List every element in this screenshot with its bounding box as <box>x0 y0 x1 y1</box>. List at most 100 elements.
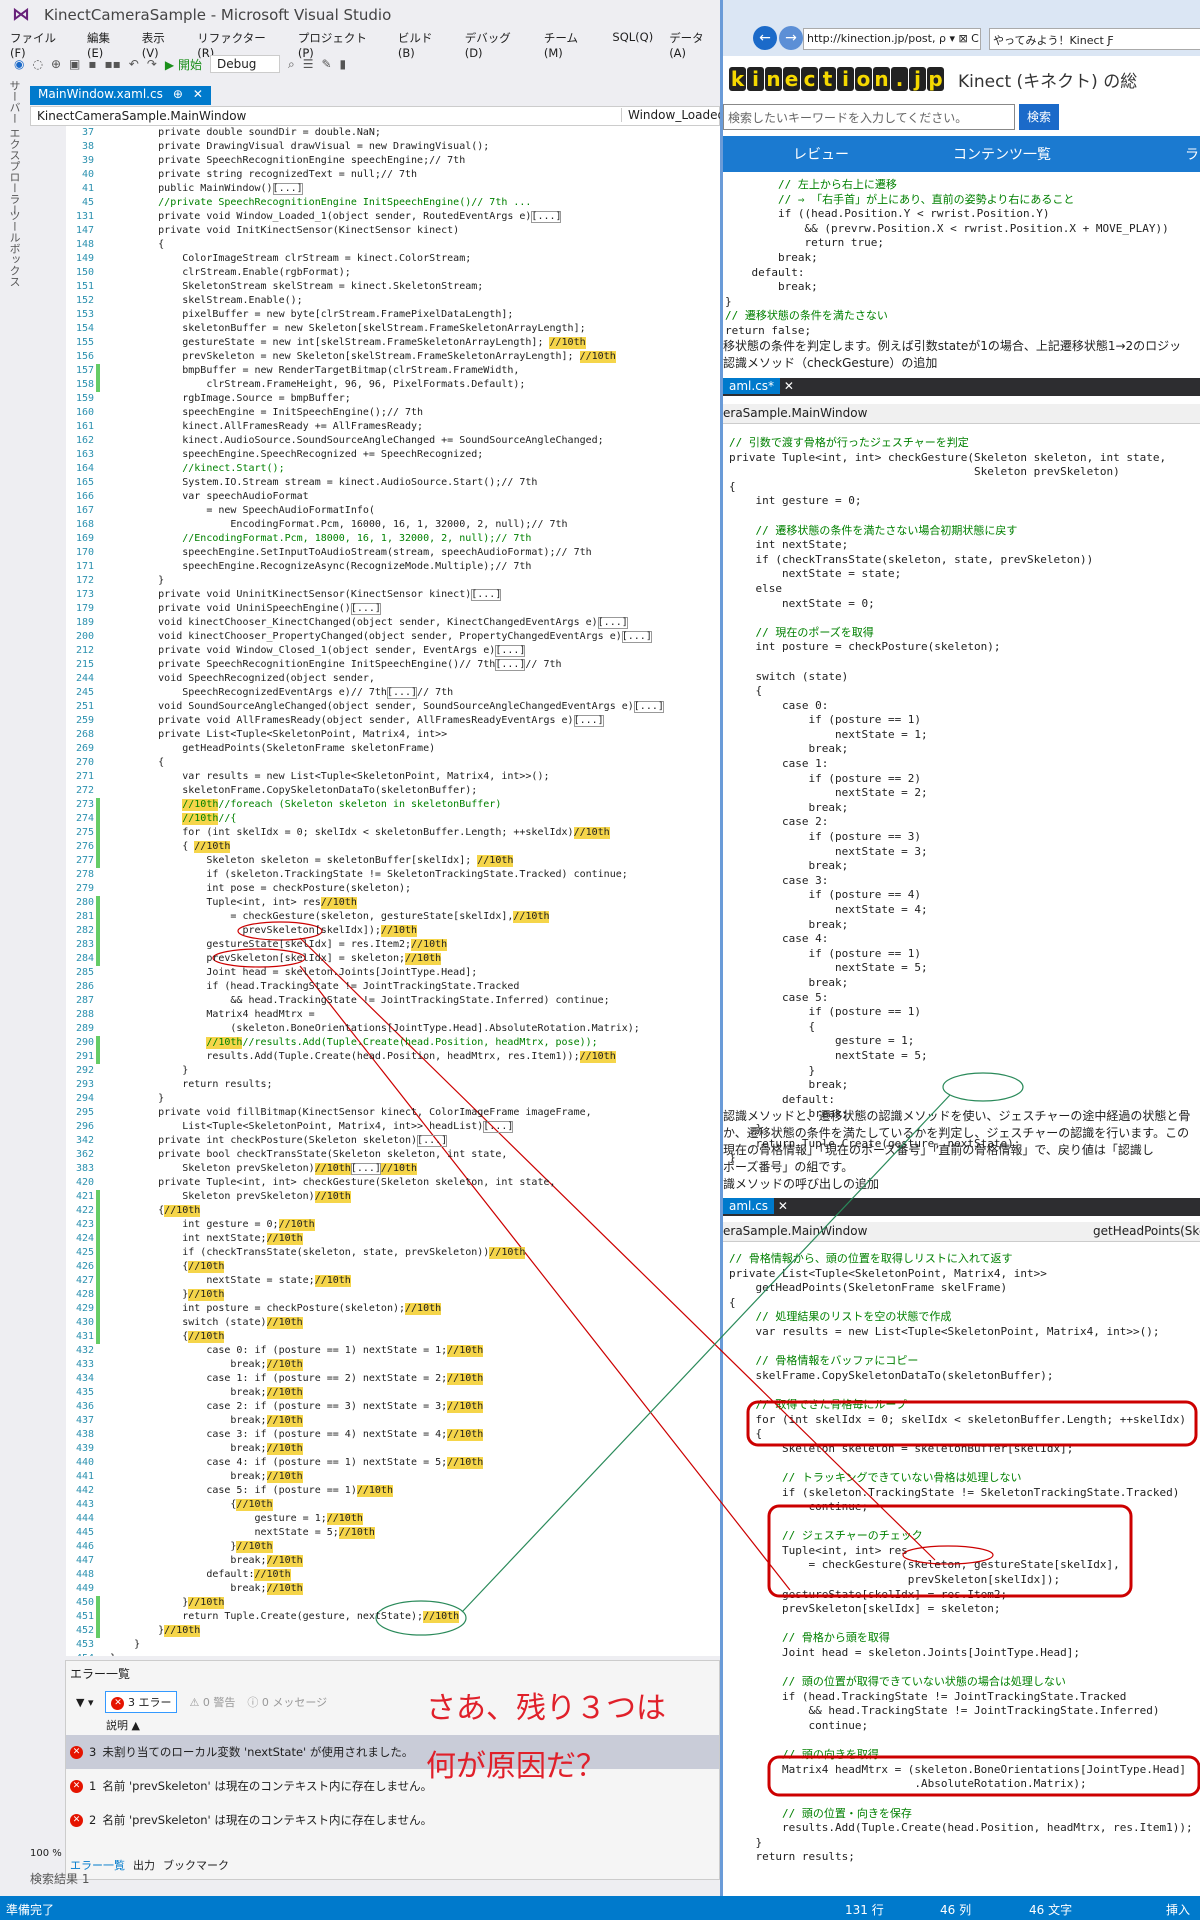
search-input[interactable]: 検索したいキーワードを入力してください。 <box>723 104 1015 130</box>
code-line[interactable]: 289 (skeleton.BoneOrientations[JointType… <box>30 1022 720 1036</box>
code-line[interactable]: 282 prevSkeleton[skelIdx]);//10th <box>30 924 720 938</box>
search-button[interactable]: 検索 <box>1019 104 1059 130</box>
menu-team[interactable]: チーム(M) <box>544 30 597 60</box>
code-line[interactable]: 441 break;//10th <box>30 1470 720 1484</box>
code-line[interactable]: 147 private void InitKinectSensor(Kinect… <box>30 224 720 238</box>
menu-refactor[interactable]: リファクター(R) <box>197 30 282 60</box>
code-line[interactable]: 38 private DrawingVisual drawVisual = ne… <box>30 140 720 154</box>
code-line[interactable]: 427 nextState = state;//10th <box>30 1274 720 1288</box>
code-line[interactable]: 160 speechEngine = InitSpeechEngine();//… <box>30 406 720 420</box>
code-line[interactable]: 279 int pose = checkPosture(skeleton); <box>30 882 720 896</box>
code-line[interactable]: 443 {//10th <box>30 1498 720 1512</box>
code-line[interactable]: 269 getHeadPoints(SkeletonFrame skeleton… <box>30 742 720 756</box>
menu-view[interactable]: 表示(V) <box>142 30 181 60</box>
site-logo[interactable]: kinection.jp <box>729 67 944 91</box>
code-line[interactable]: 41 public MainWindow()[...] <box>30 182 720 196</box>
bookmark-icon[interactable]: ▮ <box>340 57 347 71</box>
code-line[interactable]: 434 case 1: if (posture == 2) nextState … <box>30 1372 720 1386</box>
new-project-icon[interactable]: ⊕ <box>51 57 61 71</box>
code-line[interactable]: 179 private void UniniSpeechEngine()[...… <box>30 602 720 616</box>
code-line[interactable]: 154 skeletonBuffer = new Skeleton[skelSt… <box>30 322 720 336</box>
tab-bookmarks[interactable]: ブックマーク <box>163 1857 229 1873</box>
warnings-toggle[interactable]: ⚠ 0 警告 <box>189 1694 235 1710</box>
code-line[interactable]: 421 Skeleton prevSkeleton)//10th <box>30 1190 720 1204</box>
code-line[interactable]: 286 if (head.TrackingState != JointTrack… <box>30 980 720 994</box>
code-line[interactable]: 285 Joint head = skeleton.Joints[JointTy… <box>30 966 720 980</box>
code-line[interactable]: 296 List<Tuple<SkeletonPoint, Matrix4, i… <box>30 1120 720 1134</box>
code-line[interactable]: 431 {//10th <box>30 1330 720 1344</box>
code-line[interactable]: 284 prevSkeleton[skelIdx] = skeleton;//1… <box>30 952 720 966</box>
error-row[interactable]: ✕ 2 名前 'prevSkeleton' は現在のコンテキスト内に存在しません。 <box>66 1803 719 1837</box>
forward-button[interactable]: → <box>779 26 803 50</box>
code-line[interactable]: 439 break;//10th <box>30 1442 720 1456</box>
code-line[interactable]: 163 speechEngine.SpeechRecognized += Spe… <box>30 448 720 462</box>
back-button[interactable]: ← <box>753 26 777 50</box>
save-icon[interactable]: ▪ <box>88 57 96 71</box>
code-line[interactable]: 215 private SpeechRecognitionEngine Init… <box>30 658 720 672</box>
find-icon[interactable]: ⌕ <box>288 57 295 72</box>
close-icon[interactable]: ✕ <box>193 87 203 104</box>
redo-icon[interactable]: ↷ <box>147 57 157 71</box>
code-line[interactable]: 280 Tuple<int, int> res//10th <box>30 896 720 910</box>
code-line[interactable]: 270 { <box>30 756 720 770</box>
code-line[interactable]: 422 {//10th <box>30 1204 720 1218</box>
menu-project[interactable]: プロジェクト(P) <box>298 30 382 60</box>
code-line[interactable]: 158 clrStream.FrameHeight, 96, 96, Pixel… <box>30 378 720 392</box>
code-line[interactable]: 131 private void Window_Loaded_1(object … <box>30 210 720 224</box>
nav-review[interactable]: レビュー <box>793 144 849 164</box>
code-line[interactable]: 155 gestureState = new int[skelStream.Fr… <box>30 336 720 350</box>
code-line[interactable]: 424 int nextState;//10th <box>30 1232 720 1246</box>
code-line[interactable]: 426 {//10th <box>30 1260 720 1274</box>
code-editor[interactable]: 37 private double soundDir = double.NaN;… <box>30 126 720 1656</box>
code-line[interactable]: 430 switch (state)//10th <box>30 1316 720 1330</box>
error-row[interactable]: ✕ 3 未割り当てのローカル変数 'nextState' が使用されました。 <box>66 1735 719 1769</box>
code-line[interactable]: 293 return results; <box>30 1078 720 1092</box>
tab-mainwindow-xaml-cs[interactable]: MainWindow.xaml.cs ⊕ ✕ <box>30 86 211 105</box>
find-results-tab[interactable]: 検索結果 1 <box>30 1870 89 1887</box>
description-column-header[interactable]: 説明 ▲ <box>106 1717 140 1733</box>
code-line[interactable]: 274 //10th//{ <box>30 812 720 826</box>
code-line[interactable]: 446 }//10th <box>30 1540 720 1554</box>
code-line[interactable]: 342 private int checkPosture(Skeleton sk… <box>30 1134 720 1148</box>
code-line[interactable]: 272 skeletonFrame.CopySkeletonDataTo(ske… <box>30 784 720 798</box>
code-line[interactable]: 167 = new SpeechAudioFormatInfo( <box>30 504 720 518</box>
code-line[interactable]: 438 case 3: if (posture == 4) nextState … <box>30 1428 720 1442</box>
messages-toggle[interactable]: ⓘ 0 メッセージ <box>247 1694 327 1710</box>
code-line[interactable]: 149 ColorImageStream clrStream = kinect.… <box>30 252 720 266</box>
code-line[interactable]: 436 case 2: if (posture == 3) nextState … <box>30 1400 720 1414</box>
code-line[interactable]: 290 //10th//results.Add(Tuple.Create(hea… <box>30 1036 720 1050</box>
open-icon[interactable]: ▣ <box>69 57 80 71</box>
address-bar[interactable]: http://kinection.jp/post, ρ ▾ ⊠ C <box>803 28 981 50</box>
code-line[interactable]: 165 System.IO.Stream stream = kinect.Aud… <box>30 476 720 490</box>
code-line[interactable]: 277 Skeleton skeleton = skeletonBuffer[s… <box>30 854 720 868</box>
code-line[interactable]: 244 void SpeechRecognized(object sender, <box>30 672 720 686</box>
code-line[interactable]: 362 private bool checkTransState(Skeleto… <box>30 1148 720 1162</box>
code-line[interactable]: 447 break;//10th <box>30 1554 720 1568</box>
class-dropdown[interactable]: KinectCameraSample.MainWindow <box>37 109 246 123</box>
code-line[interactable]: 245 SpeechRecognizedEventArgs e)// 7th[.… <box>30 686 720 700</box>
config-select[interactable]: Debug <box>209 55 280 73</box>
error-row[interactable]: ✕ 1 名前 'prevSkeleton' は現在のコンテキスト内に存在しません。 <box>66 1769 719 1803</box>
code-line[interactable]: 383 Skeleton prevSkeleton)//10th[...]//1… <box>30 1162 720 1176</box>
code-line[interactable]: 445 nextState = 5;//10th <box>30 1526 720 1540</box>
nav-more[interactable]: ラ <box>1185 144 1199 164</box>
code-line[interactable]: 420 private Tuple<int, int> checkGesture… <box>30 1176 720 1190</box>
code-line[interactable]: 259 private void AllFramesReady(object s… <box>30 714 720 728</box>
back-icon[interactable]: ◉ <box>14 57 24 71</box>
code-line[interactable]: 288 Matrix4 headMtrx = <box>30 1008 720 1022</box>
menu-debug[interactable]: デバッグ(D) <box>465 30 528 60</box>
code-line[interactable]: 151 SkeletonStream skelStream = kinect.S… <box>30 280 720 294</box>
code-line[interactable]: 171 speechEngine.RecognizeAsync(Recogniz… <box>30 560 720 574</box>
code-line[interactable]: 173 private void UninitKinectSensor(Kine… <box>30 588 720 602</box>
code-line[interactable]: 166 var speechAudioFormat <box>30 490 720 504</box>
comment-icon[interactable]: ✎ <box>321 57 331 71</box>
start-button[interactable]: ▶ 開始 <box>165 56 202 73</box>
code-line[interactable]: 168 EncodingFormat.Pcm, 16000, 16, 1, 32… <box>30 518 720 532</box>
code-line[interactable]: 251 void SoundSourceAngleChanged(object … <box>30 700 720 714</box>
code-line[interactable]: 449 break;//10th <box>30 1582 720 1596</box>
code-line[interactable]: 39 private SpeechRecognitionEngine speec… <box>30 154 720 168</box>
code-line[interactable]: 45 //private SpeechRecognitionEngine Ini… <box>30 196 720 210</box>
code-line[interactable]: 164 //kinect.Start(); <box>30 462 720 476</box>
code-line[interactable]: 452 }//10th <box>30 1624 720 1638</box>
undo-icon[interactable]: ↶ <box>129 57 139 71</box>
